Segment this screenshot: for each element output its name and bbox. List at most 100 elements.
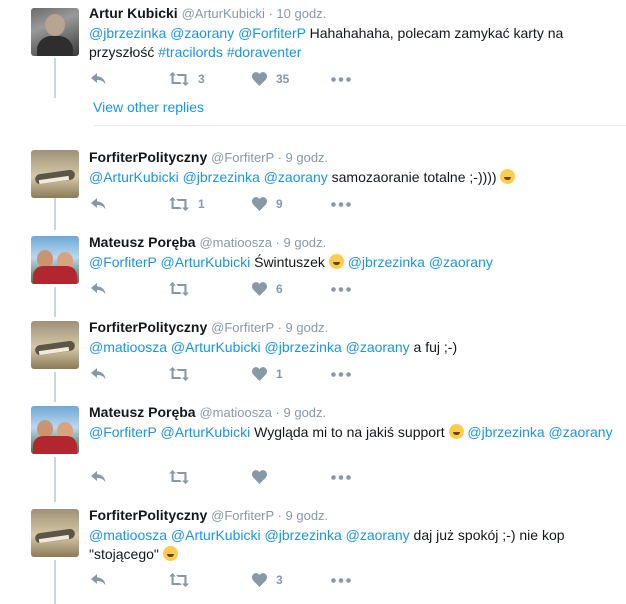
view-other-replies-link[interactable]: View other replies — [93, 99, 204, 115]
separator: · — [273, 150, 286, 165]
reply-icon — [91, 368, 106, 380]
like-button[interactable]: 35 — [252, 71, 289, 87]
mention-link[interactable]: @zaorany — [429, 254, 493, 270]
separator: · — [271, 235, 284, 250]
separator: · — [264, 6, 277, 21]
tweet-text: @matioosza @ArturKubicki @jbrzezinka @za… — [89, 526, 616, 564]
tweet-text: @matioosza @ArturKubicki @jbrzezinka @za… — [89, 338, 616, 357]
retweet-button[interactable] — [169, 366, 189, 382]
like-button[interactable]: 9 — [252, 196, 283, 212]
mention-link[interactable]: @ArturKubicki — [161, 424, 251, 440]
more-button[interactable] — [331, 469, 351, 485]
more-icon — [331, 577, 351, 583]
mention-link[interactable]: @jbrzezinka — [265, 339, 342, 355]
retweet-icon — [169, 470, 189, 484]
author-name[interactable]: Mateusz Poręba — [89, 404, 196, 420]
author-handle[interactable]: @ForfiterP — [211, 150, 274, 165]
avatar[interactable] — [31, 236, 79, 284]
timestamp[interactable]: 10 godz. — [276, 6, 326, 21]
mention-link[interactable]: @ForfiterP — [89, 424, 157, 440]
retweet-button[interactable] — [169, 281, 189, 297]
like-button[interactable]: 3 — [252, 572, 283, 588]
author-handle[interactable]: @ForfiterP — [211, 508, 274, 523]
author-name[interactable]: Artur Kubicki — [89, 5, 178, 21]
avatar[interactable] — [31, 406, 79, 454]
retweet-icon — [169, 367, 189, 381]
reply-button[interactable] — [91, 366, 106, 382]
author-handle[interactable]: @ArturKubicki — [182, 6, 265, 21]
heart-icon — [252, 573, 267, 587]
text-segment: Świntuszek — [250, 254, 329, 270]
avatar[interactable] — [31, 509, 79, 557]
more-button[interactable] — [331, 572, 351, 588]
retweet-icon — [169, 197, 189, 211]
mention-link[interactable]: @zaorany — [346, 339, 410, 355]
mention-link[interactable]: @matioosza — [89, 339, 167, 355]
like-button[interactable] — [252, 469, 267, 485]
mention-link[interactable]: @jbrzezinka — [183, 169, 260, 185]
mention-link[interactable]: @ArturKubicki — [161, 254, 251, 270]
hashtag-link[interactable]: #tracilords — [158, 44, 223, 60]
timestamp[interactable]: 9 godz. — [286, 508, 329, 523]
more-icon — [331, 286, 351, 292]
author-name[interactable]: Mateusz Poręba — [89, 234, 196, 250]
tweet-text: @jbrzezinka @zaorany @ForfiterP Hahahaha… — [89, 24, 616, 62]
thread-line — [54, 287, 56, 317]
like-button[interactable]: 1 — [252, 366, 283, 382]
reply-icon — [91, 574, 106, 586]
author-name[interactable]: ForfiterPolityczny — [89, 507, 207, 523]
mention-link[interactable]: @ForfiterP — [89, 254, 157, 270]
mention-link[interactable]: @matioosza — [89, 527, 167, 543]
author-name[interactable]: ForfiterPolityczny — [89, 319, 207, 335]
more-button[interactable] — [331, 71, 351, 87]
more-button[interactable] — [331, 281, 351, 297]
divider — [94, 125, 626, 126]
reply-button[interactable] — [91, 71, 106, 87]
mention-link[interactable]: @ArturKubicki — [171, 339, 261, 355]
mention-link[interactable]: @jbrzezinka — [89, 25, 166, 41]
mention-link[interactable]: @ArturKubicki — [89, 169, 179, 185]
avatar[interactable] — [31, 150, 79, 198]
author-handle[interactable]: @matioosza — [199, 235, 271, 250]
retweet-button[interactable]: 3 — [169, 71, 205, 87]
hashtag-link[interactable]: #doraventer — [227, 44, 302, 60]
more-button[interactable] — [331, 366, 351, 382]
mention-link[interactable]: @zaorany — [264, 169, 328, 185]
author-name[interactable]: ForfiterPolityczny — [89, 149, 207, 165]
likes-count: 3 — [276, 573, 283, 587]
avatar[interactable] — [31, 321, 79, 369]
reply-button[interactable] — [91, 196, 106, 212]
author-handle[interactable]: @matioosza — [199, 405, 271, 420]
timestamp[interactable]: 9 godz. — [284, 235, 327, 250]
retweet-button[interactable] — [169, 469, 189, 485]
more-button[interactable] — [331, 196, 351, 212]
mention-link[interactable]: @jbrzezinka — [467, 424, 544, 440]
reply-button[interactable] — [91, 572, 106, 588]
retweet-button[interactable]: 1 — [169, 196, 205, 212]
thread-line — [54, 560, 56, 604]
text-segment: a fuj ;-) — [409, 339, 458, 355]
grimacing-emoji — [448, 424, 464, 439]
mention-link[interactable]: @jbrzezinka — [348, 254, 425, 270]
tweet-content: Mateusz Poręba @matioosza · 9 godz. @Forf… — [89, 403, 616, 442]
reply-icon — [91, 198, 106, 210]
timestamp[interactable]: 9 godz. — [286, 320, 329, 335]
tweet-header: Artur Kubicki @ArturKubicki · 10 godz. — [89, 4, 616, 23]
timestamp[interactable]: 9 godz. — [284, 405, 327, 420]
mention-link[interactable]: @zaorany — [346, 527, 410, 543]
reply-icon — [91, 73, 106, 85]
like-button[interactable]: 6 — [252, 281, 283, 297]
reply-button[interactable] — [91, 281, 106, 297]
mention-link[interactable]: @ForfiterP — [238, 25, 306, 41]
reply-button[interactable] — [91, 469, 106, 485]
mention-link[interactable]: @zaorany — [170, 25, 234, 41]
mention-link[interactable]: @ArturKubicki — [171, 527, 261, 543]
timestamp[interactable]: 9 godz. — [286, 150, 329, 165]
mention-link[interactable]: @jbrzezinka — [265, 527, 342, 543]
retweet-button[interactable] — [169, 572, 189, 588]
laughing-emoji — [328, 254, 344, 269]
author-handle[interactable]: @ForfiterP — [211, 320, 274, 335]
avatar[interactable] — [31, 8, 79, 56]
mention-link[interactable]: @zaorany — [549, 424, 613, 440]
tweet-text: @ForfiterP @ArturKubicki Wygląda mi to n… — [89, 423, 616, 442]
